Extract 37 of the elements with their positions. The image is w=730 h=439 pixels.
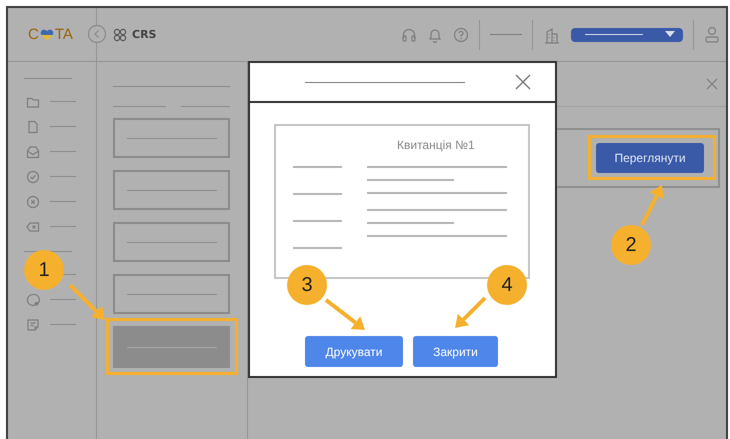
- close-icon[interactable]: [706, 78, 718, 90]
- inbox-icon[interactable]: [26, 144, 40, 158]
- arrow: [640, 185, 664, 226]
- logo-text: TA: [54, 26, 73, 43]
- callout-badge: 2: [611, 225, 651, 265]
- list-item[interactable]: [113, 274, 230, 314]
- arrow: [324, 298, 365, 330]
- close-button[interactable]: Закрити: [413, 336, 498, 367]
- receipt-title: Квитанція №1: [396, 137, 476, 152]
- help-icon[interactable]: [453, 26, 469, 42]
- print-button[interactable]: Друкувати: [305, 336, 403, 367]
- arrow: [455, 296, 486, 328]
- list-item[interactable]: [113, 222, 230, 262]
- headset-icon[interactable]: [401, 26, 417, 42]
- cancel-circle-icon[interactable]: [26, 194, 40, 208]
- list-item[interactable]: [113, 326, 230, 368]
- collapse-icon[interactable]: [87, 24, 107, 44]
- building-icon[interactable]: [543, 26, 561, 44]
- app-name: CRS: [132, 28, 156, 41]
- backspace-icon[interactable]: [26, 220, 40, 234]
- list-item[interactable]: [113, 118, 230, 158]
- heart-icon: [40, 28, 54, 40]
- view-button[interactable]: Переглянути: [596, 143, 704, 173]
- palette-icon[interactable]: [26, 292, 40, 306]
- note-icon[interactable]: [26, 318, 40, 332]
- grid-icon[interactable]: [113, 28, 127, 42]
- check-circle-icon[interactable]: [26, 170, 40, 184]
- logo-text: C: [28, 26, 39, 43]
- close-icon[interactable]: [515, 74, 531, 90]
- caret-icon: [665, 31, 675, 38]
- user-icon[interactable]: [704, 26, 720, 44]
- dropdown[interactable]: [571, 28, 683, 42]
- arrow: [68, 284, 105, 320]
- file-icon[interactable]: [26, 120, 40, 134]
- callout-badge: 1: [24, 250, 64, 290]
- list-item[interactable]: [113, 170, 230, 210]
- bell-icon[interactable]: [427, 26, 443, 42]
